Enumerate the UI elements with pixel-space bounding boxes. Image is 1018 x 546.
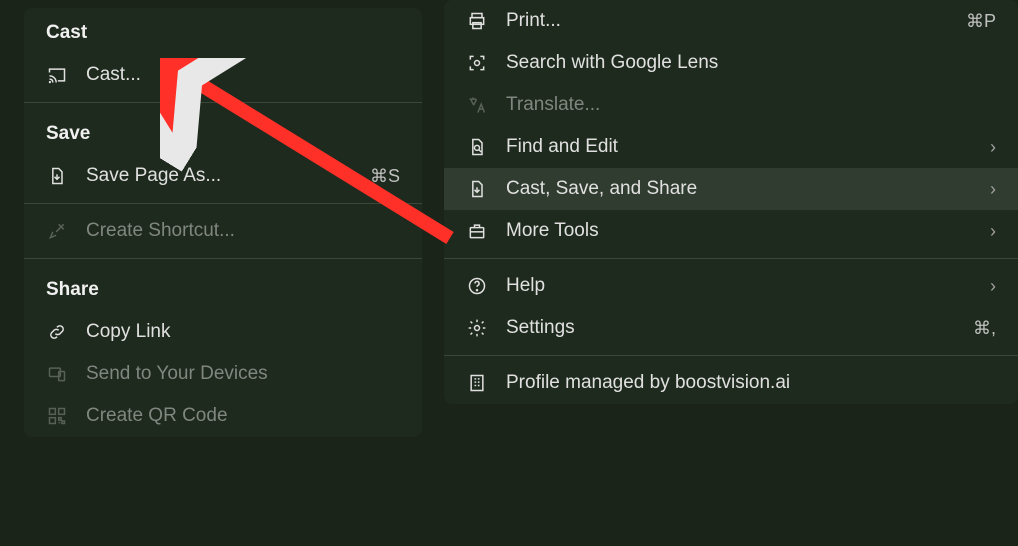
menu-item-create-shortcut: Create Shortcut... (24, 210, 422, 252)
qr-code-icon (46, 405, 68, 427)
divider (444, 355, 1018, 356)
menu-label: Cast, Save, and Share (506, 178, 972, 200)
chevron-right-icon: › (990, 179, 996, 200)
find-page-icon (466, 136, 488, 158)
menu-item-profile-managed[interactable]: Profile managed by boostvision.ai (444, 362, 1018, 404)
menu-shortcut: ⌘, (973, 318, 996, 339)
menu-item-cast[interactable]: Cast... (24, 54, 422, 96)
menu-item-create-qr: Create QR Code (24, 395, 422, 437)
menu-label: Copy Link (86, 321, 400, 343)
cast-icon (46, 64, 68, 86)
chevron-right-icon: › (990, 276, 996, 297)
menu-item-save-page-as[interactable]: Save Page As... ⌘S (24, 155, 422, 197)
gear-icon (466, 317, 488, 339)
divider (24, 258, 422, 259)
help-icon (466, 275, 488, 297)
menu-label: Print... (506, 10, 948, 32)
menu-label: Create QR Code (86, 405, 400, 427)
translate-icon (466, 94, 488, 116)
section-header-cast: Cast (24, 8, 422, 54)
menu-item-search-lens[interactable]: Search with Google Lens (444, 42, 1018, 84)
menu-label: Send to Your Devices (86, 363, 400, 385)
menu-label: Save Page As... (86, 165, 352, 187)
menu-item-help[interactable]: Help › (444, 265, 1018, 307)
menu-item-copy-link[interactable]: Copy Link (24, 311, 422, 353)
menu-label: Help (506, 275, 972, 297)
cast-save-share-submenu: Cast Cast... Save Save Page As... ⌘S Cre… (24, 8, 422, 437)
toolbox-icon (466, 220, 488, 242)
save-share-icon (466, 178, 488, 200)
menu-item-settings[interactable]: Settings ⌘, (444, 307, 1018, 349)
menu-label: Settings (506, 317, 955, 339)
shortcut-icon (46, 220, 68, 242)
menu-item-cast-save-share[interactable]: Cast, Save, and Share › (444, 168, 1018, 210)
menu-shortcut: ⌘S (370, 166, 400, 187)
menu-label: Translate... (506, 94, 996, 116)
browser-main-menu: Print... ⌘P Search with Google Lens Tran… (444, 0, 1018, 404)
chevron-right-icon: › (990, 137, 996, 158)
divider (24, 203, 422, 204)
lens-icon (466, 52, 488, 74)
link-icon (46, 321, 68, 343)
menu-item-send-to-devices: Send to Your Devices (24, 353, 422, 395)
devices-icon (46, 363, 68, 385)
menu-label: Cast... (86, 64, 400, 86)
building-icon (466, 372, 488, 394)
menu-label: Create Shortcut... (86, 220, 400, 242)
section-header-save: Save (24, 109, 422, 155)
menu-item-print[interactable]: Print... ⌘P (444, 0, 1018, 42)
menu-label: Profile managed by boostvision.ai (506, 372, 996, 394)
chevron-right-icon: › (990, 221, 996, 242)
section-header-share: Share (24, 265, 422, 311)
print-icon (466, 10, 488, 32)
menu-item-translate: Translate... (444, 84, 1018, 126)
save-page-icon (46, 165, 68, 187)
menu-shortcut: ⌘P (966, 11, 996, 32)
menu-item-find-edit[interactable]: Find and Edit › (444, 126, 1018, 168)
menu-label: Find and Edit (506, 136, 972, 158)
menu-item-more-tools[interactable]: More Tools › (444, 210, 1018, 252)
divider (444, 258, 1018, 259)
menu-label: More Tools (506, 220, 972, 242)
menu-label: Search with Google Lens (506, 52, 996, 74)
divider (24, 102, 422, 103)
